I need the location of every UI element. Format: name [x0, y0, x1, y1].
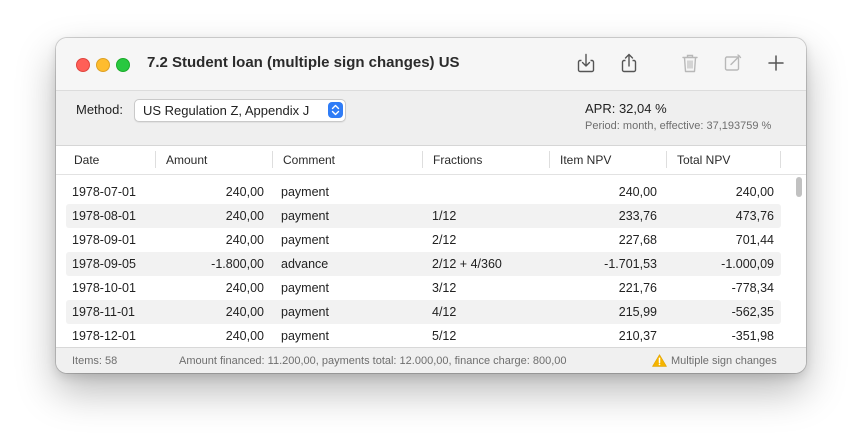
- cell-total-npv: -1.000,09: [721, 257, 774, 271]
- cell-amount: 240,00: [225, 281, 264, 295]
- column-divider[interactable]: [549, 151, 550, 168]
- cell-comment: payment: [281, 185, 329, 199]
- cell-item-npv: 221,76: [618, 281, 657, 295]
- zoom-window-button[interactable]: [116, 58, 130, 72]
- table-body: 1978-07-01 240,00 payment 240,00 240,00 …: [56, 175, 806, 346]
- cell-date: 1978-09-05: [72, 257, 136, 271]
- window-title: 7.2 Student loan (multiple sign changes)…: [147, 54, 460, 71]
- compose-icon: [724, 54, 742, 71]
- cell-total-npv: -351,98: [731, 329, 774, 343]
- cell-total-npv: 701,44: [735, 233, 774, 247]
- cell-comment: payment: [281, 281, 329, 295]
- cell-item-npv: 215,99: [618, 305, 657, 319]
- cell-date: 1978-12-01: [72, 329, 136, 343]
- apr-value: APR: 32,04 %: [585, 101, 667, 116]
- warning-triangle-icon: [652, 354, 667, 367]
- table-row[interactable]: 1978-09-05 -1.800,00 advance 2/12 + 4/36…: [66, 252, 781, 276]
- cell-comment: advance: [281, 257, 329, 271]
- cell-fractions: 2/12 + 4/360: [432, 257, 502, 271]
- period-info: Period: month, effective: 37,193759 %: [585, 120, 772, 132]
- import-button[interactable]: [574, 51, 598, 75]
- column-divider[interactable]: [155, 151, 156, 168]
- cell-fractions: 4/12: [432, 305, 457, 319]
- cell-date: 1978-09-01: [72, 233, 136, 247]
- title-bar: 7.2 Student loan (multiple sign changes)…: [56, 38, 806, 91]
- cell-item-npv: 240,00: [618, 185, 657, 199]
- method-bar: Method: US Regulation Z, Appendix J APR:…: [56, 91, 806, 146]
- cell-item-npv: 227,68: [618, 233, 657, 247]
- cell-amount: 240,00: [225, 209, 264, 223]
- column-header-comment[interactable]: Comment: [283, 153, 335, 167]
- trash-icon: [682, 54, 698, 73]
- share-button[interactable]: [617, 51, 641, 75]
- document-window: 7.2 Student loan (multiple sign changes)…: [56, 38, 806, 373]
- cell-amount: 240,00: [225, 233, 264, 247]
- download-icon: [577, 53, 595, 73]
- cell-comment: payment: [281, 233, 329, 247]
- plus-icon: [768, 55, 784, 71]
- column-header-fractions[interactable]: Fractions: [433, 153, 482, 167]
- cell-fractions: 2/12: [432, 233, 457, 247]
- status-bar: Items: 58 Amount financed: 11.200,00, pa…: [56, 347, 806, 373]
- edit-button[interactable]: [721, 51, 745, 75]
- cell-total-npv: 473,76: [735, 209, 774, 223]
- cell-date: 1978-08-01: [72, 209, 136, 223]
- scrollbar-thumb[interactable]: [796, 177, 802, 197]
- column-header-amount[interactable]: Amount: [166, 153, 207, 167]
- cell-total-npv: -562,35: [731, 305, 774, 319]
- finance-summary: Amount financed: 11.200,00, payments tot…: [179, 355, 567, 367]
- table-header: Date Amount Comment Fractions Item NPV T…: [56, 146, 806, 175]
- column-divider[interactable]: [780, 151, 781, 168]
- cell-amount: -1.800,00: [211, 257, 264, 271]
- cell-total-npv: -778,34: [731, 281, 774, 295]
- cell-comment: payment: [281, 329, 329, 343]
- column-divider[interactable]: [272, 151, 273, 168]
- table-row[interactable]: 1978-07-01 240,00 payment 240,00 240,00: [66, 180, 781, 204]
- cell-comment: payment: [281, 305, 329, 319]
- cell-amount: 240,00: [225, 329, 264, 343]
- method-select[interactable]: US Regulation Z, Appendix J: [134, 99, 346, 122]
- share-icon: [621, 53, 637, 73]
- column-divider[interactable]: [666, 151, 667, 168]
- chevron-up-down-icon: [328, 102, 343, 118]
- column-header-total-npv[interactable]: Total NPV: [677, 153, 730, 167]
- table-row[interactable]: 1978-08-01 240,00 payment 1/12 233,76 47…: [66, 204, 781, 228]
- item-count: Items: 58: [72, 355, 118, 367]
- table-row[interactable]: 1978-09-01 240,00 payment 2/12 227,68 70…: [66, 228, 781, 252]
- cell-date: 1978-11-01: [72, 305, 136, 319]
- cell-amount: 240,00: [225, 305, 264, 319]
- add-button[interactable]: [764, 51, 788, 75]
- cell-item-npv: -1.701,53: [604, 257, 657, 271]
- column-header-item-npv[interactable]: Item NPV: [560, 153, 611, 167]
- delete-button[interactable]: [678, 51, 702, 75]
- cell-total-npv: 240,00: [735, 185, 774, 199]
- method-label: Method:: [76, 102, 123, 117]
- cell-item-npv: 210,37: [618, 329, 657, 343]
- minimize-window-button[interactable]: [96, 58, 110, 72]
- warning-text: Multiple sign changes: [671, 355, 777, 367]
- cell-date: 1978-10-01: [72, 281, 136, 295]
- column-header-date[interactable]: Date: [74, 153, 99, 167]
- cell-comment: payment: [281, 209, 329, 223]
- table-row[interactable]: 1978-12-01 240,00 payment 5/12 210,37 -3…: [66, 324, 781, 346]
- method-select-value: US Regulation Z, Appendix J: [143, 103, 310, 118]
- cell-date: 1978-07-01: [72, 185, 136, 199]
- cell-item-npv: 233,76: [618, 209, 657, 223]
- column-divider[interactable]: [422, 151, 423, 168]
- cell-fractions: 3/12: [432, 281, 457, 295]
- close-window-button[interactable]: [76, 58, 90, 72]
- table-row[interactable]: 1978-11-01 240,00 payment 4/12 215,99 -5…: [66, 300, 781, 324]
- cell-amount: 240,00: [225, 185, 264, 199]
- cell-fractions: 1/12: [432, 209, 457, 223]
- vertical-scrollbar[interactable]: [794, 175, 804, 346]
- table-row[interactable]: 1978-10-01 240,00 payment 3/12 221,76 -7…: [66, 276, 781, 300]
- cell-fractions: 5/12: [432, 329, 457, 343]
